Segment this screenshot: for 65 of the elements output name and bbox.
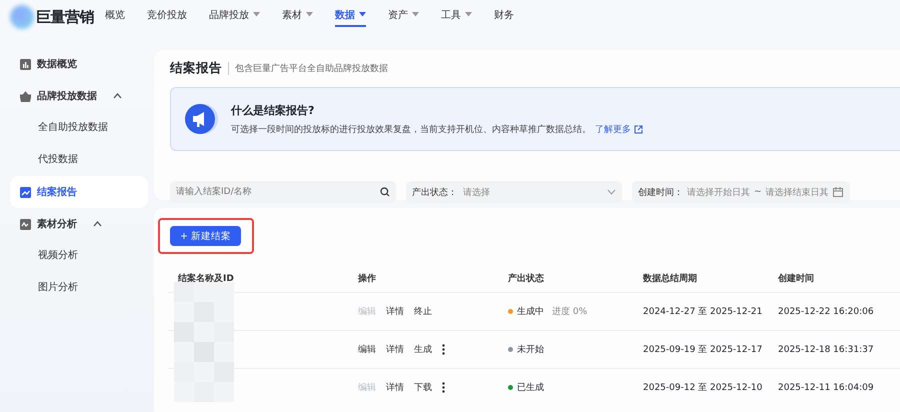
bar-chart-icon xyxy=(20,58,31,70)
sidebar-subitem[interactable]: 视频分析 xyxy=(10,240,148,272)
action-link[interactable]: 下载 xyxy=(414,381,432,394)
table-cell-text: 2025-09-12 至 2025-12-10 xyxy=(642,382,764,394)
caret-icon xyxy=(306,12,313,17)
column-header: 创建时间 xyxy=(776,272,815,284)
column-header: 数据总结周期 xyxy=(642,272,698,284)
new-report-button[interactable]: + 新建结案 xyxy=(170,226,241,246)
megaphone-icon xyxy=(183,101,219,137)
sidebar-item[interactable]: 数据概览 xyxy=(10,48,148,80)
sidebar-item[interactable]: 品牌投放数据 xyxy=(10,80,148,112)
action-link[interactable]: 终止 xyxy=(414,305,432,318)
calendar-icon xyxy=(832,187,843,197)
column-header: 结案名称及ID xyxy=(176,272,235,284)
action-link[interactable]: 详情 xyxy=(386,343,404,356)
sidebar-item[interactable]: 素材分析 xyxy=(10,208,148,240)
learn-more-link[interactable]: 了解更多 xyxy=(595,122,643,136)
chevron-down-icon xyxy=(607,189,616,195)
more-icon[interactable] xyxy=(442,382,445,393)
caret-icon xyxy=(359,12,366,17)
brand-name: 巨量营销 xyxy=(36,8,94,26)
nav-tab[interactable]: 竞价投放 xyxy=(147,8,187,26)
action-link[interactable]: 详情 xyxy=(386,305,404,318)
status-select[interactable]: 产出状态： 请选择 xyxy=(406,181,622,203)
page-title: 结案报告 xyxy=(170,60,222,77)
action-link[interactable]: 详情 xyxy=(386,381,404,394)
nav-tab[interactable]: 素材 xyxy=(282,8,313,26)
search-field[interactable]: 请输入结案ID/名称 xyxy=(170,181,396,203)
more-icon[interactable] xyxy=(442,344,445,355)
table-cell-text: 2025-12-18 16:31:37 xyxy=(777,344,875,354)
status-text: 未开始 xyxy=(517,344,544,356)
external-link-icon xyxy=(634,124,643,134)
nav-tab[interactable]: 品牌投放 xyxy=(209,8,260,26)
chart-icon xyxy=(20,218,31,230)
table-cell-text: 2025-09-19 至 2025-12-17 xyxy=(642,344,764,356)
page-subtitle: 包含巨量广告平台全自助品牌投放数据 xyxy=(228,62,388,75)
caret-icon xyxy=(412,12,419,17)
nav-tab[interactable]: 资产 xyxy=(388,8,419,26)
nav-tab[interactable]: 工具 xyxy=(441,8,472,26)
info-title: 什么是结案报告? xyxy=(231,102,316,118)
nav-tab[interactable]: 概览 xyxy=(105,8,125,26)
sidebar-item[interactable]: 结案报告 xyxy=(10,176,148,208)
date-range-field[interactable]: 创建时间： 请选择开始日其 ~ 请选择结束日其 xyxy=(632,181,850,203)
sidebar-subitem[interactable]: 图片分析 xyxy=(10,272,148,304)
trend-chart-icon xyxy=(20,186,31,198)
nav-tab[interactable]: 财务 xyxy=(494,8,514,26)
caret-icon xyxy=(253,12,260,17)
status-text: 生成中 xyxy=(517,306,544,318)
action-link[interactable]: 生成 xyxy=(414,343,432,356)
info-text: 可选择一段时间的投放标的进行投放效果复盘，当前支持开机位、内容种草推广数据总结。 xyxy=(231,124,591,136)
nav-tab[interactable]: 数据 xyxy=(335,8,366,26)
action-link[interactable]: 编辑 xyxy=(358,343,376,356)
table-cell-text: 2025-12-11 16:04:09 xyxy=(777,382,875,392)
status-text: 已生成 xyxy=(517,382,544,394)
caret-icon xyxy=(465,12,472,17)
table-cell-text: 2025-12-22 16:20:06 xyxy=(777,306,875,316)
table-cell-text: 2024-12-27 至 2025-12-21 xyxy=(642,306,764,318)
column-header: 产出状态 xyxy=(507,272,545,284)
sidebar-subitem[interactable]: 代投数据 xyxy=(10,144,148,176)
logo-icon xyxy=(10,5,34,29)
search-icon xyxy=(380,187,390,197)
sidebar-subitem[interactable]: 全自助投放数据 xyxy=(10,112,148,144)
basket-icon xyxy=(20,90,31,102)
progress-text: 进度 0% xyxy=(552,306,588,318)
column-header: 操作 xyxy=(357,272,377,284)
